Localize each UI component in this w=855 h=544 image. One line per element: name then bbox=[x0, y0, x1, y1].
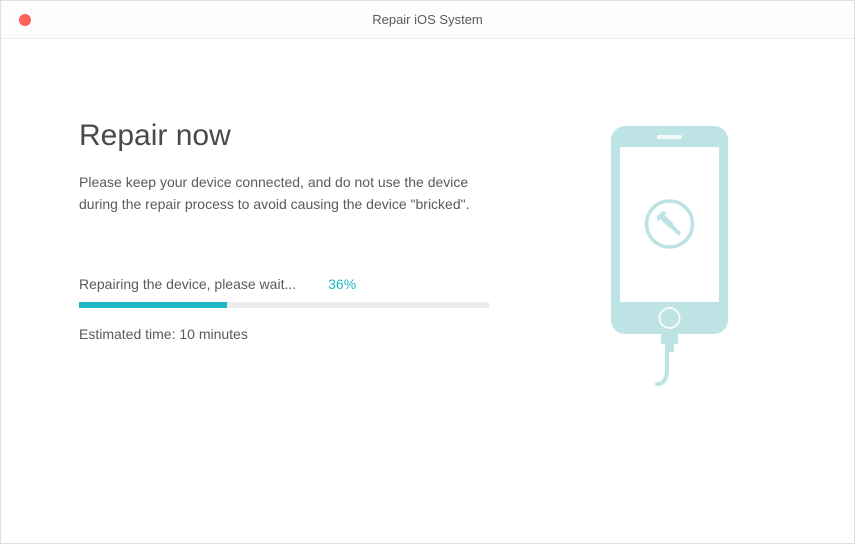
titlebar: Repair iOS System bbox=[1, 1, 854, 39]
status-row: Repairing the device, please wait... 36% bbox=[79, 276, 559, 292]
window-title: Repair iOS System bbox=[1, 12, 854, 27]
status-text: Repairing the device, please wait... bbox=[79, 276, 296, 292]
close-button[interactable] bbox=[19, 14, 31, 26]
progress-fill bbox=[79, 302, 227, 308]
page-heading: Repair now bbox=[79, 119, 559, 153]
instruction-text: Please keep your device connected, and d… bbox=[79, 171, 499, 216]
progress-percent: 36% bbox=[328, 276, 356, 292]
progress-bar bbox=[79, 302, 489, 308]
app-window: Repair iOS System Repair now Please keep… bbox=[0, 0, 855, 544]
content-area: Repair now Please keep your device conne… bbox=[1, 39, 854, 543]
left-panel: Repair now Please keep your device conne… bbox=[79, 119, 559, 483]
estimated-time: Estimated time: 10 minutes bbox=[79, 326, 559, 342]
right-panel bbox=[559, 119, 779, 483]
phone-repair-icon bbox=[607, 124, 732, 389]
